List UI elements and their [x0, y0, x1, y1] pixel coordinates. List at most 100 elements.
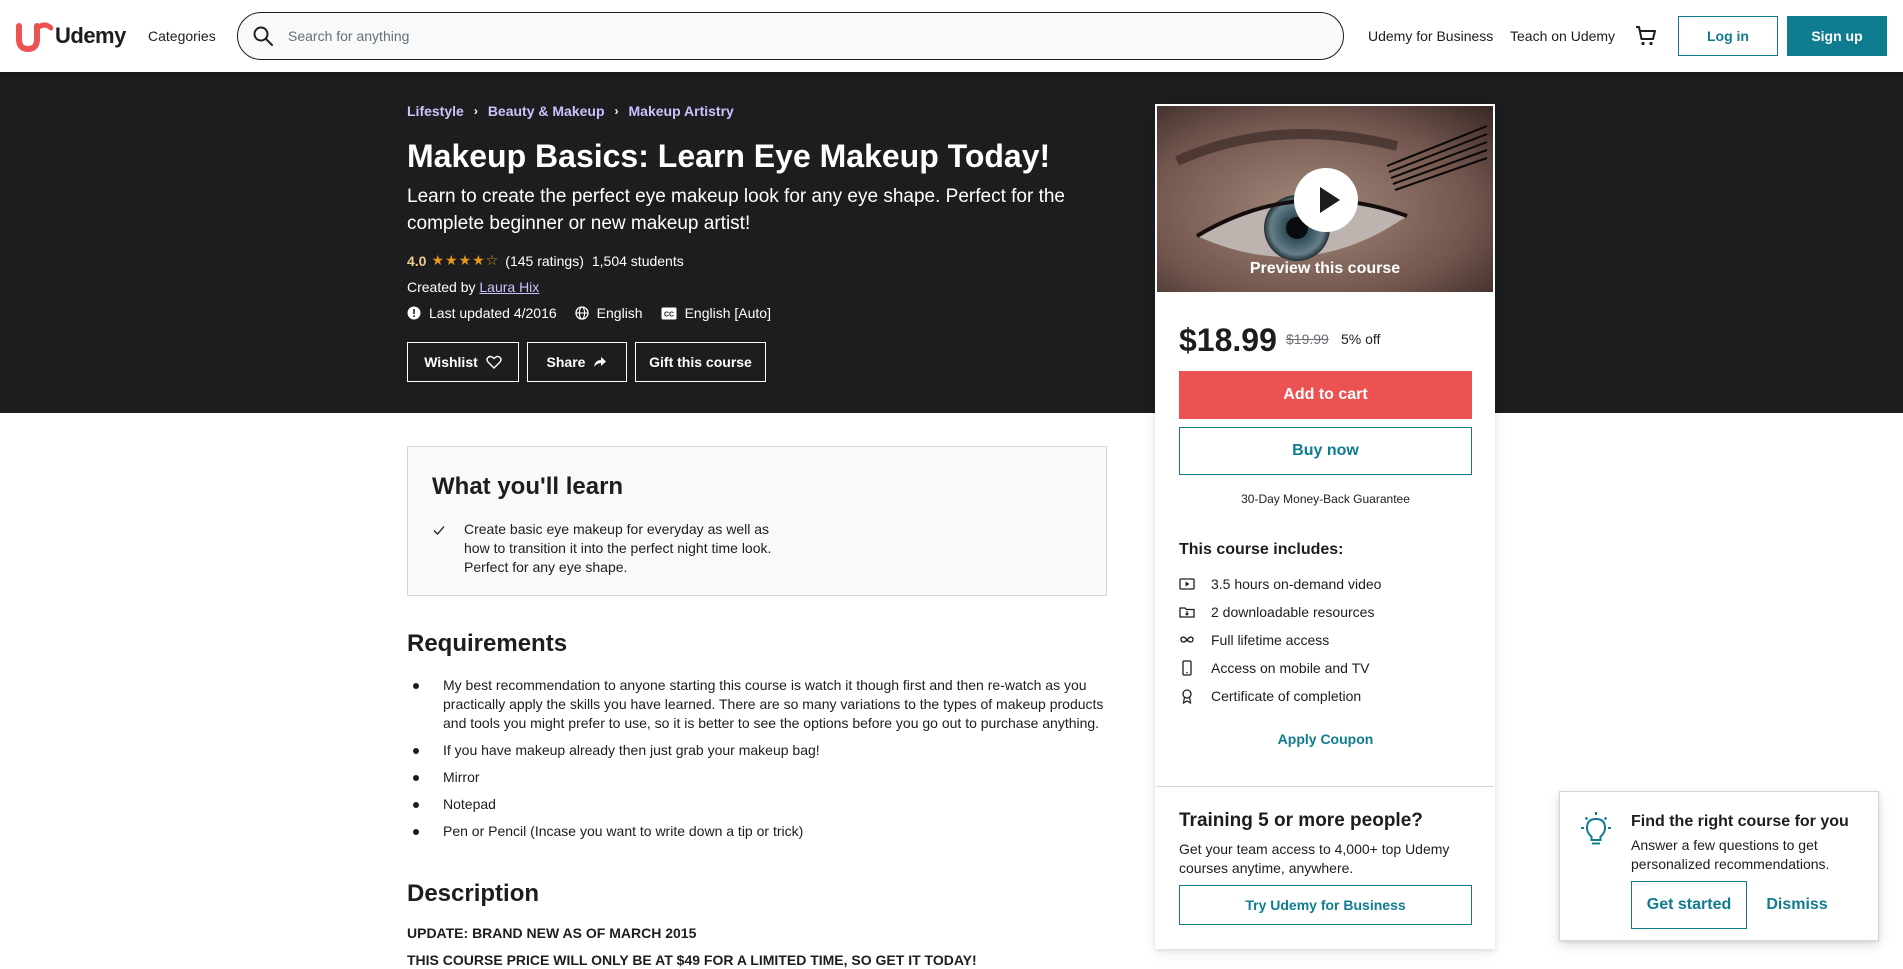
closed-caption-icon: CC	[661, 307, 677, 319]
svg-text:CC: CC	[664, 311, 674, 318]
categories-menu[interactable]: Categories	[148, 28, 216, 44]
share-button[interactable]: Share	[527, 342, 627, 382]
training-text: Get your team access to 4,000+ top Udemy…	[1179, 841, 1450, 876]
gift-course-button[interactable]: Gift this course	[635, 342, 766, 382]
money-back-guarantee: 30-Day Money-Back Guarantee	[1241, 492, 1410, 506]
heart-icon	[486, 355, 502, 369]
language-text: English	[596, 305, 643, 321]
includes-title: This course includes:	[1179, 541, 1344, 558]
buy-now-button[interactable]: Buy now	[1179, 427, 1472, 475]
check-icon	[433, 526, 445, 535]
course-language: English	[575, 305, 643, 321]
bullet	[413, 775, 419, 781]
last-updated: Last updated 4/2016	[407, 305, 557, 321]
popup-text: Answer a few questions to get personaliz…	[1631, 837, 1830, 872]
login-button[interactable]: Log in	[1678, 16, 1778, 56]
play-button[interactable]	[1294, 168, 1358, 232]
try-business-button[interactable]: Try Udemy for Business	[1179, 885, 1472, 925]
course-hero	[0, 72, 1903, 413]
include-item-text: Full lifetime access	[1211, 632, 1330, 648]
discount-percent: 5% off	[1341, 331, 1381, 347]
rating-row: 4.0 ★ ★ ★ ★ ☆ (145 ratings) 1,504 studen…	[407, 252, 684, 269]
star-full-icon: ★	[445, 252, 458, 268]
requirement-text: Notepad	[443, 796, 496, 812]
search-icon	[253, 26, 273, 46]
instructor-link[interactable]: Laura Hix	[479, 279, 539, 295]
list-item: Pen or Pencil (Incase you want to write …	[407, 822, 1107, 841]
teach-link[interactable]: Teach on Udemy	[1510, 28, 1615, 44]
students-count: 1,504 students	[591, 252, 684, 269]
star-full-icon: ★	[431, 252, 445, 268]
add-to-cart-button[interactable]: Add to cart	[1179, 371, 1472, 419]
udemy-logo-icon	[16, 22, 53, 52]
wishlist-button[interactable]: Wishlist	[407, 342, 519, 382]
list-item: Mirror	[407, 768, 1107, 787]
alert-badge-icon	[407, 306, 421, 320]
learn-title: What you'll learn	[432, 473, 624, 500]
signup-button[interactable]: Sign up	[1787, 16, 1887, 56]
learn-item: Create basic eye makeup for everyday as …	[432, 520, 772, 577]
play-icon	[1320, 187, 1340, 213]
get-started-button[interactable]: Get started	[1631, 881, 1747, 929]
search-input[interactable]	[288, 28, 1188, 44]
breadcrumb: Lifestyle › Beauty & Makeup › Makeup Art…	[407, 103, 734, 119]
include-item: 3.5 hours on-demand video	[1179, 570, 1472, 598]
course-meta: Last updated 4/2016 English CC English […	[407, 305, 789, 321]
certificate-icon	[1182, 689, 1192, 704]
created-by-label: Created by	[407, 279, 476, 295]
include-item: Full lifetime access	[1179, 626, 1472, 654]
course-title: Makeup Basics: Learn Eye Makeup Today!	[407, 138, 1051, 174]
top-header: Udemy Categories Udemy for Business Teac…	[0, 0, 1903, 72]
share-label: Share	[546, 354, 586, 370]
infinity-icon	[1180, 636, 1194, 643]
requirement-text: If you have makeup already then just gra…	[443, 742, 820, 758]
course-preview[interactable]: Preview this course	[1156, 105, 1494, 293]
course-captions: CC English [Auto]	[661, 305, 771, 321]
include-item: Certificate of completion	[1179, 682, 1472, 710]
mobile-icon	[1182, 660, 1192, 676]
shopping-cart-icon[interactable]	[1634, 24, 1658, 48]
rating-value: 4.0	[407, 252, 427, 269]
captions-text: English [Auto]	[684, 305, 771, 321]
last-updated-text: Last updated 4/2016	[429, 305, 557, 321]
globe-icon	[575, 306, 589, 320]
list-item: If you have makeup already then just gra…	[407, 741, 1107, 760]
recommendation-popup: Find the right course for you Answer a f…	[1559, 791, 1879, 941]
created-by: Created by Laura Hix	[407, 279, 539, 295]
original-price: $19.99	[1286, 331, 1329, 347]
training-title: Training 5 or more people?	[1179, 810, 1423, 831]
dismiss-button[interactable]: Dismiss	[1757, 881, 1837, 929]
include-item: Access on mobile and TV	[1179, 654, 1472, 682]
bullet	[413, 802, 419, 808]
include-item: 2 downloadable resources	[1179, 598, 1472, 626]
video-icon	[1179, 578, 1195, 590]
description-title: Description	[407, 880, 540, 907]
course-subtitle: Learn to create the perfect eye makeup l…	[407, 186, 1065, 234]
requirements-title: Requirements	[407, 630, 568, 657]
star-full-icon: ★	[458, 252, 472, 268]
file-download-icon	[1179, 607, 1195, 618]
lightbulb-icon	[1581, 812, 1611, 845]
udemy-business-link[interactable]: Udemy for Business	[1368, 28, 1493, 44]
star-full-icon: ★	[472, 252, 485, 268]
list-item: Notepad	[407, 795, 1107, 814]
requirement-text: My best recommendation to anyone startin…	[443, 677, 1104, 731]
include-item-text: Certificate of completion	[1211, 688, 1362, 704]
list-item: My best recommendation to anyone startin…	[407, 676, 1107, 733]
breadcrumb-makeup-artistry[interactable]: Makeup Artistry	[629, 103, 734, 119]
ratings-count[interactable]: (145 ratings)	[505, 253, 584, 269]
search-bar[interactable]	[237, 12, 1344, 60]
breadcrumb-beauty-makeup[interactable]: Beauty & Makeup	[488, 103, 605, 119]
description-line: THIS COURSE PRICE WILL ONLY BE AT $49 FO…	[407, 952, 977, 968]
include-item-text: Access on mobile and TV	[1211, 660, 1370, 676]
apply-coupon-link[interactable]: Apply Coupon	[1179, 731, 1472, 747]
requirement-text: Pen or Pencil (Incase you want to write …	[443, 823, 804, 839]
learn-item-text: Create basic eye makeup for everyday as …	[464, 521, 772, 575]
breadcrumb-lifestyle[interactable]: Lifestyle	[407, 103, 464, 119]
popup-title: Find the right course for you	[1631, 813, 1849, 830]
requirements-list: My best recommendation to anyone startin…	[407, 676, 1107, 849]
current-price: $18.99	[1179, 322, 1277, 358]
logo-text: Udemy	[55, 23, 126, 48]
bullet	[413, 683, 419, 689]
udemy-logo[interactable]: Udemy	[15, 20, 126, 52]
